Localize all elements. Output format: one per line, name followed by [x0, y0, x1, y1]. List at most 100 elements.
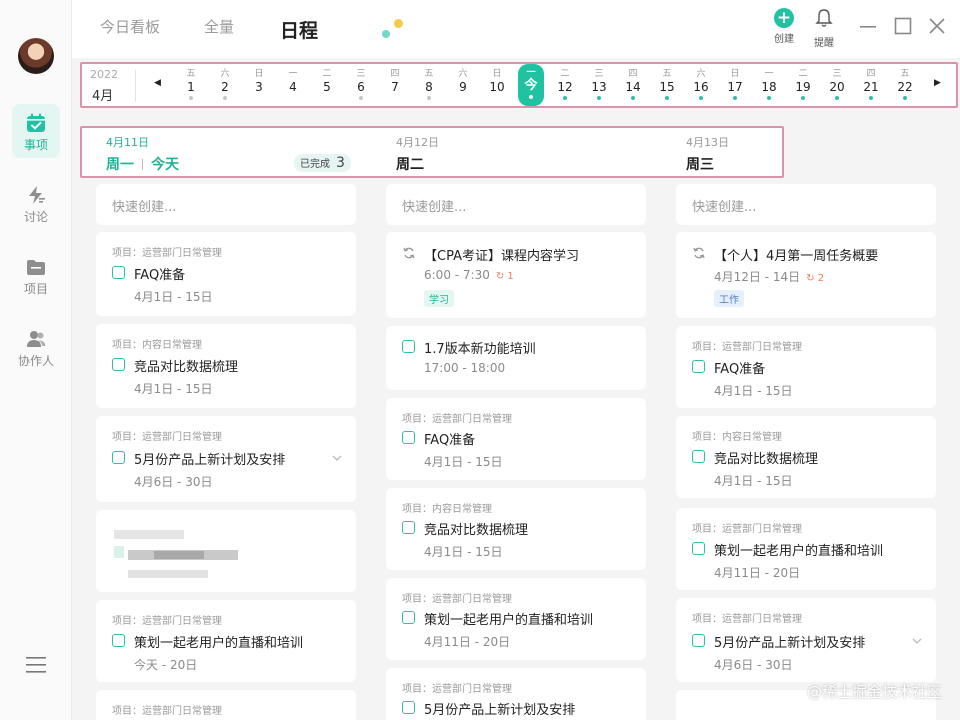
day-cell[interactable]: 三6	[348, 66, 374, 104]
day-cell[interactable]: 五8	[416, 66, 442, 104]
weekday-label: 二	[322, 69, 332, 79]
tab-schedule[interactable]: 日程	[280, 16, 318, 43]
task-card[interactable]: 项目：运营部门日常管理 FAQ准备 4月1日 - 15日	[386, 398, 646, 480]
day-cell[interactable]: 五1	[178, 66, 204, 104]
schedule-card[interactable]: 【个人】4月第一周任务概要 4月12日 - 14日 ↻ 2 工作	[676, 232, 936, 318]
maximize-icon[interactable]	[893, 16, 913, 36]
sidebar-item-collaborators[interactable]: 协作人	[12, 320, 60, 374]
day-cell[interactable]: 六 16	[688, 66, 714, 104]
weekday-label: 六	[458, 69, 468, 79]
day-cell[interactable]: 一4	[280, 66, 306, 104]
day-cell[interactable]: 四 14	[620, 66, 646, 104]
divider	[135, 70, 136, 102]
day-cell[interactable]: 六9	[450, 66, 476, 104]
task-title: 5月份产品上新计划及安排	[714, 636, 866, 651]
schedule-card[interactable]: 1.7版本新功能培训 17:00 - 18:00	[386, 326, 646, 390]
task-card[interactable]: 项目：内容日常管理 竞品对比数据梳理 4月1日 - 15日	[386, 488, 646, 570]
column-date: 4月12日	[396, 136, 439, 149]
done-badge[interactable]: 已完成 3	[294, 154, 351, 172]
day-cell[interactable]: 二 12	[552, 66, 578, 104]
task-card[interactable]: 项目：运营部门日常管理 5月份产品上新计划及安排 4月6日 - 30日	[676, 598, 936, 682]
sidebar-item-discussion[interactable]: 讨论	[12, 176, 60, 230]
chevron-down-icon[interactable]	[332, 454, 342, 462]
tag-work[interactable]: 工作	[714, 290, 744, 307]
task-checkbox[interactable]	[692, 360, 705, 373]
close-icon[interactable]	[927, 16, 947, 36]
task-range: 4月1日 - 15日	[134, 382, 213, 396]
event-dot	[835, 96, 839, 100]
task-card[interactable]: 项目：运营部门日常管理 FAQ准备 4月1日 - 15日	[676, 326, 936, 408]
tag-study[interactable]: 学习	[424, 290, 454, 307]
create-button[interactable]: + 创建	[769, 8, 799, 45]
day-cell[interactable]: 三 20	[824, 66, 850, 104]
day-cell[interactable]: 五 22	[892, 66, 918, 104]
task-checkbox[interactable]	[112, 634, 125, 647]
day-cell[interactable]: 一 18	[756, 66, 782, 104]
project-label: 项目：运营部门日常管理	[112, 706, 222, 717]
sidebar-item-projects[interactable]: 项目	[12, 248, 60, 302]
task-card[interactable]: 项目：运营部门日常管理	[96, 690, 356, 720]
quick-create-input[interactable]: 快速创建...	[676, 184, 936, 225]
column-header-tue[interactable]: 4月12日 周二	[396, 134, 439, 174]
task-checkbox[interactable]	[692, 634, 705, 647]
tab-all[interactable]: 全量	[204, 16, 234, 37]
event-dot	[189, 96, 193, 100]
event-dot	[903, 96, 907, 100]
task-title: 策划一起老用户的直播和培训	[424, 613, 594, 628]
task-card[interactable]: 项目：内容日常管理 竞品对比数据梳理 4月1日 - 15日	[96, 324, 356, 408]
event-dot	[427, 96, 431, 100]
task-checkbox[interactable]	[692, 542, 705, 555]
task-card[interactable]: 项目：运营部门日常管理 策划一起老用户的直播和培训 今天 - 20日	[96, 600, 356, 682]
day-cell[interactable]: 日 17	[722, 66, 748, 104]
quick-create-input[interactable]: 快速创建...	[96, 184, 356, 225]
task-card[interactable]: 项目：运营部门日常管理 5月份产品上新计划及安排 4月6日 - 30日	[96, 416, 356, 502]
task-card[interactable]: 项目：内容日常管理 竞品对比数据梳理 4月1日 - 15日	[676, 416, 936, 498]
task-checkbox[interactable]	[402, 701, 415, 714]
day-cell[interactable]: 五 15	[654, 66, 680, 104]
prev-arrow-icon[interactable]: ◀	[154, 78, 161, 88]
day-cell[interactable]: 日 10	[484, 66, 510, 104]
task-checkbox[interactable]	[402, 611, 415, 624]
day-cell[interactable]: 四 21	[858, 66, 884, 104]
day-cell[interactable]: 二5	[314, 66, 340, 104]
remind-button[interactable]: 提醒	[809, 8, 839, 49]
tab-today-board[interactable]: 今日看板	[100, 16, 160, 37]
task-card-blurred[interactable]	[96, 510, 356, 592]
task-card[interactable]: 项目：运营部门日常管理 策划一起老用户的直播和培训 4月11日 - 20日	[386, 578, 646, 660]
avatar[interactable]	[18, 38, 54, 74]
chevron-down-icon[interactable]	[912, 637, 922, 645]
task-checkbox[interactable]	[402, 431, 415, 444]
repeat-count: ↻ 2	[806, 273, 825, 284]
minimize-icon[interactable]	[858, 16, 878, 36]
schedule-card[interactable]: 【CPA考证】课程内容学习 6:00 - 7:30 ↻ 1 学习	[386, 232, 646, 318]
task-card[interactable]: 项目：运营部门日常管理 FAQ准备 4月1日 - 15日	[96, 232, 356, 316]
day-cell[interactable]: 日3	[246, 66, 272, 104]
task-card[interactable]: 项目：运营部门日常管理 策划一起老用户的直播和培训 4月11日 - 20日	[676, 508, 936, 590]
event-dot	[359, 96, 363, 100]
column-header-today[interactable]: 4月11日 周一 今天	[106, 134, 179, 174]
task-checkbox[interactable]	[402, 340, 415, 353]
task-checkbox[interactable]	[112, 266, 125, 279]
next-arrow-icon[interactable]: ▶	[934, 78, 941, 88]
task-checkbox[interactable]	[112, 451, 125, 464]
tab-notification-dot	[394, 19, 403, 28]
task-title: 策划一起老用户的直播和培训	[714, 544, 884, 559]
sidebar-item-tasks[interactable]: 事项	[12, 104, 60, 158]
day-cell[interactable]: 二 19	[790, 66, 816, 104]
day-cell[interactable]: 六2	[212, 66, 238, 104]
weekday-label: 二	[560, 69, 570, 79]
task-checkbox[interactable]	[692, 450, 705, 463]
column-header-wed[interactable]: 4月13日 周三	[686, 134, 729, 174]
day-number: 22	[897, 80, 913, 94]
task-checkbox[interactable]	[112, 358, 125, 371]
weekday-label: 三	[594, 69, 604, 79]
blurred-content	[114, 530, 238, 578]
day-number: 12	[557, 80, 573, 94]
task-checkbox[interactable]	[402, 521, 415, 534]
day-cell[interactable]: 四7	[382, 66, 408, 104]
menu-icon[interactable]	[26, 656, 46, 674]
day-cell-today[interactable]: 一今	[518, 64, 544, 106]
task-card[interactable]: 项目：运营部门日常管理 5月份产品上新计划及安排	[386, 668, 646, 720]
quick-create-input[interactable]: 快速创建...	[386, 184, 646, 225]
day-cell[interactable]: 三 13	[586, 66, 612, 104]
